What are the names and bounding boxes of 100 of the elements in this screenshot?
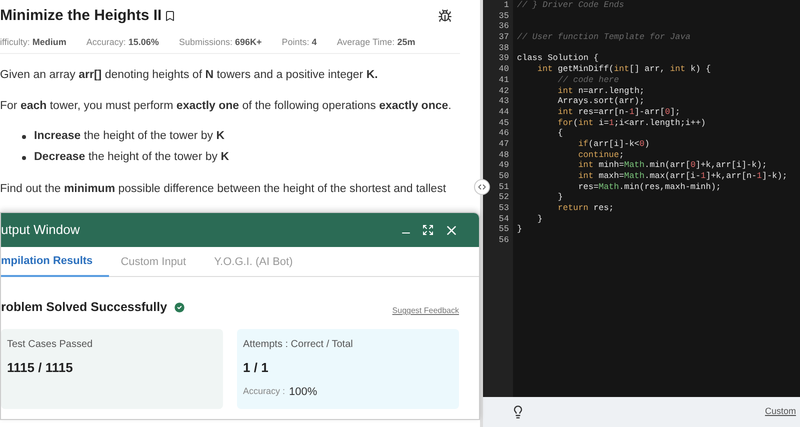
code-token: // User function Template for Java [517, 32, 690, 43]
code-token: // code here [558, 74, 620, 86]
line-number: 47 [498, 138, 509, 150]
code-token: int [614, 64, 630, 75]
code-token: .min(res,maxh-minh); [619, 182, 722, 192]
line-number: 56 [498, 235, 509, 246]
code-token: ]+k,arr[n- [706, 171, 757, 182]
check-icon [173, 300, 186, 314]
code-token: int [578, 118, 594, 128]
code-token: ]+k,arr[i]-k); [696, 160, 767, 171]
meta-info: Accuracy: 15.06% [86, 36, 159, 49]
code-token: 0 [690, 160, 696, 171]
line-number: 35 [498, 10, 509, 22]
code-token: .min(arr[ [644, 160, 690, 171]
lightbulb-icon[interactable] [511, 405, 525, 419]
expand-icon[interactable] [422, 224, 434, 236]
bug-icon[interactable] [438, 9, 452, 23]
code-token: Solution { [546, 53, 599, 64]
code-token: Math [598, 182, 619, 192]
code-token: ]-arr[ [634, 106, 665, 118]
bookmark-icon[interactable] [164, 10, 176, 22]
bullet-text: Increase the height of the tower by K [34, 129, 225, 144]
code-token: ( [573, 118, 578, 128]
code-token: ; [619, 150, 624, 160]
problem-text: Find out the minimum possible difference between the height of the shortest and tallest [0, 182, 446, 196]
problem-title: Minimize the Heights II [0, 6, 162, 26]
code-token: continue [578, 150, 619, 160]
code-token: class [517, 53, 543, 64]
code-token: Math [624, 171, 645, 182]
resize-icon [477, 182, 487, 192]
code-token: Arrays.sort(arr); [558, 96, 645, 107]
feedback-link[interactable]: Suggest Feedback [392, 305, 459, 317]
code-token: } [517, 224, 522, 236]
code-token: } [558, 192, 563, 204]
code-token: int [558, 106, 574, 118]
code-token: minh= [598, 160, 624, 171]
problem-text: Given an array arr[] denoting heights of N towers and a positive integer K. [0, 68, 378, 83]
line-number: 38 [498, 42, 509, 54]
problem-text: For each tower, you must perform exactly one of the following operations exactly once. [0, 99, 452, 114]
code-token: 0 [639, 138, 645, 150]
bullet-icon [22, 156, 26, 160]
output-tab[interactable]: mpilation Results [1, 247, 109, 277]
code-token: ]; [670, 106, 680, 118]
output-tab[interactable]: Custom Input [120, 247, 202, 277]
code-token: int [670, 64, 686, 75]
line-number: 48 [498, 150, 509, 160]
meta-info: Submissions: 696K+ [178, 36, 262, 49]
code-token: Math [624, 160, 645, 171]
code-token: int [537, 64, 553, 75]
card-value: 1115 / 1115 [7, 359, 74, 377]
line-number: 39 [498, 53, 509, 64]
card-value: 1 / 1 [243, 359, 270, 377]
line-number: 49 [498, 160, 509, 171]
meta-info: Points: 4 [282, 36, 317, 49]
code-token: int [578, 160, 594, 171]
code-token: { [558, 128, 563, 139]
code-token: return [558, 203, 588, 214]
line-number: 53 [498, 203, 509, 214]
code-token: if [578, 138, 588, 150]
window-title: utput Window [1, 221, 80, 240]
code-token: 1 [756, 171, 762, 182]
line-number: 37 [498, 32, 509, 43]
line-number: 54 [498, 214, 509, 224]
code-token: 1 [700, 171, 706, 182]
status-message: roblem Solved Successfully [1, 298, 168, 316]
resize-handle[interactable] [474, 179, 490, 195]
custom-link[interactable]: Custom [764, 405, 796, 419]
line-number: 55 [498, 224, 509, 236]
line-number: 44 [498, 106, 509, 118]
line-number: 41 [498, 74, 509, 86]
code-token: res= [578, 182, 599, 192]
line-number: 40 [498, 64, 509, 75]
code-token: for [558, 118, 574, 128]
line-number: 45 [498, 118, 509, 128]
code-token: 1 [608, 118, 614, 128]
code-token: 0 [664, 106, 670, 118]
bullet-text: Decrease the height of the tower by K [34, 150, 229, 166]
code-token: ]-k); [762, 171, 788, 182]
accuracy-label: Accuracy : [243, 385, 286, 398]
code-token: i= [598, 118, 609, 128]
card-label: Test Cases Passed [7, 338, 94, 352]
line-number: 52 [498, 192, 509, 204]
bullet-icon [22, 134, 26, 139]
code-token: .max(arr[i- [644, 171, 701, 182]
code-token: getMinDiff( [556, 64, 614, 75]
code-token: ) [644, 138, 650, 150]
line-number: 1 [504, 0, 509, 11]
card-label: Attempts : Correct / Total [243, 338, 354, 352]
code-token: [] arr, [629, 64, 666, 75]
code-token: res=arr[n- [577, 106, 630, 118]
line-number: 51 [498, 182, 509, 192]
code-token: int [578, 171, 594, 182]
code-token: 1 [629, 106, 634, 118]
line-number: 43 [498, 96, 509, 107]
line-number: 42 [498, 86, 509, 96]
line-number: 36 [498, 21, 509, 32]
output-tab[interactable]: Y.O.G.I. (AI Bot) [214, 247, 309, 277]
meta-info: Average Time: 25m [336, 36, 416, 49]
line-number: 50 [498, 171, 509, 182]
code-token: (arr[i]-k< [588, 138, 640, 150]
